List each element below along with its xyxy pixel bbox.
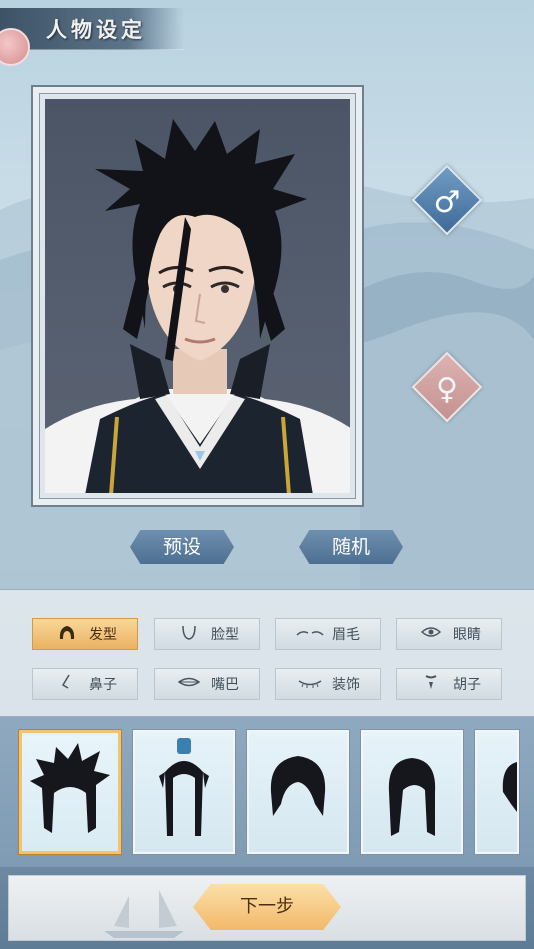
nose-icon: [53, 674, 81, 694]
hair-options-strip: [0, 717, 534, 867]
spiky-hair-icon: [30, 743, 110, 833]
category-label: 发型: [89, 627, 117, 643]
category-label: 脸型: [211, 627, 239, 643]
partial-hair-icon: [502, 762, 517, 812]
character-portrait-frame: [31, 85, 364, 507]
character-portrait: [45, 99, 350, 493]
decoration-icon: [296, 676, 324, 692]
next-step-button[interactable]: 下一步: [193, 884, 341, 930]
category-decoration[interactable]: 装饰: [275, 668, 381, 700]
male-symbol-icon: ♂: [433, 184, 461, 220]
topknot-hair-icon: [159, 738, 209, 836]
beard-icon: [417, 674, 445, 694]
category-label: 鼻子: [89, 677, 117, 693]
category-label: 眼睛: [453, 627, 481, 643]
category-label: 装饰: [332, 677, 360, 693]
category-label: 胡子: [453, 677, 481, 693]
hair-option-topknot[interactable]: [133, 730, 235, 854]
category-nose[interactable]: 鼻子: [32, 668, 138, 700]
page-title: 人物设定: [46, 17, 146, 42]
female-symbol-icon: ♀: [436, 371, 458, 407]
feature-category-panel: 发型 脸型 眉毛 眼睛 鼻子 嘴巴 装饰 胡子: [0, 589, 534, 717]
category-face-shape[interactable]: 脸型: [154, 618, 260, 650]
category-hair[interactable]: 发型: [32, 618, 138, 650]
category-label: 嘴巴: [211, 677, 239, 693]
eyebrow-icon: [296, 626, 324, 642]
category-eyebrow[interactable]: 眉毛: [275, 618, 381, 650]
hair-option-medium[interactable]: [361, 730, 463, 854]
face-shape-icon: [175, 624, 203, 644]
medium-hair-icon: [388, 758, 436, 836]
hair-option-spiky[interactable]: [19, 730, 121, 854]
character-illustration: [45, 119, 350, 493]
category-eyes[interactable]: 眼睛: [396, 618, 502, 650]
hair-icon: [53, 624, 81, 644]
eye-icon: [417, 626, 445, 642]
category-label: 眉毛: [332, 627, 360, 643]
short-hair-icon: [270, 756, 326, 816]
hair-option-partial[interactable]: [475, 730, 519, 854]
mouth-icon: [175, 676, 203, 692]
category-beard[interactable]: 胡子: [396, 668, 502, 700]
random-button[interactable]: 随机: [299, 530, 403, 564]
hair-option-short[interactable]: [247, 730, 349, 854]
preset-button[interactable]: 预设: [130, 530, 234, 564]
category-mouth[interactable]: 嘴巴: [154, 668, 260, 700]
